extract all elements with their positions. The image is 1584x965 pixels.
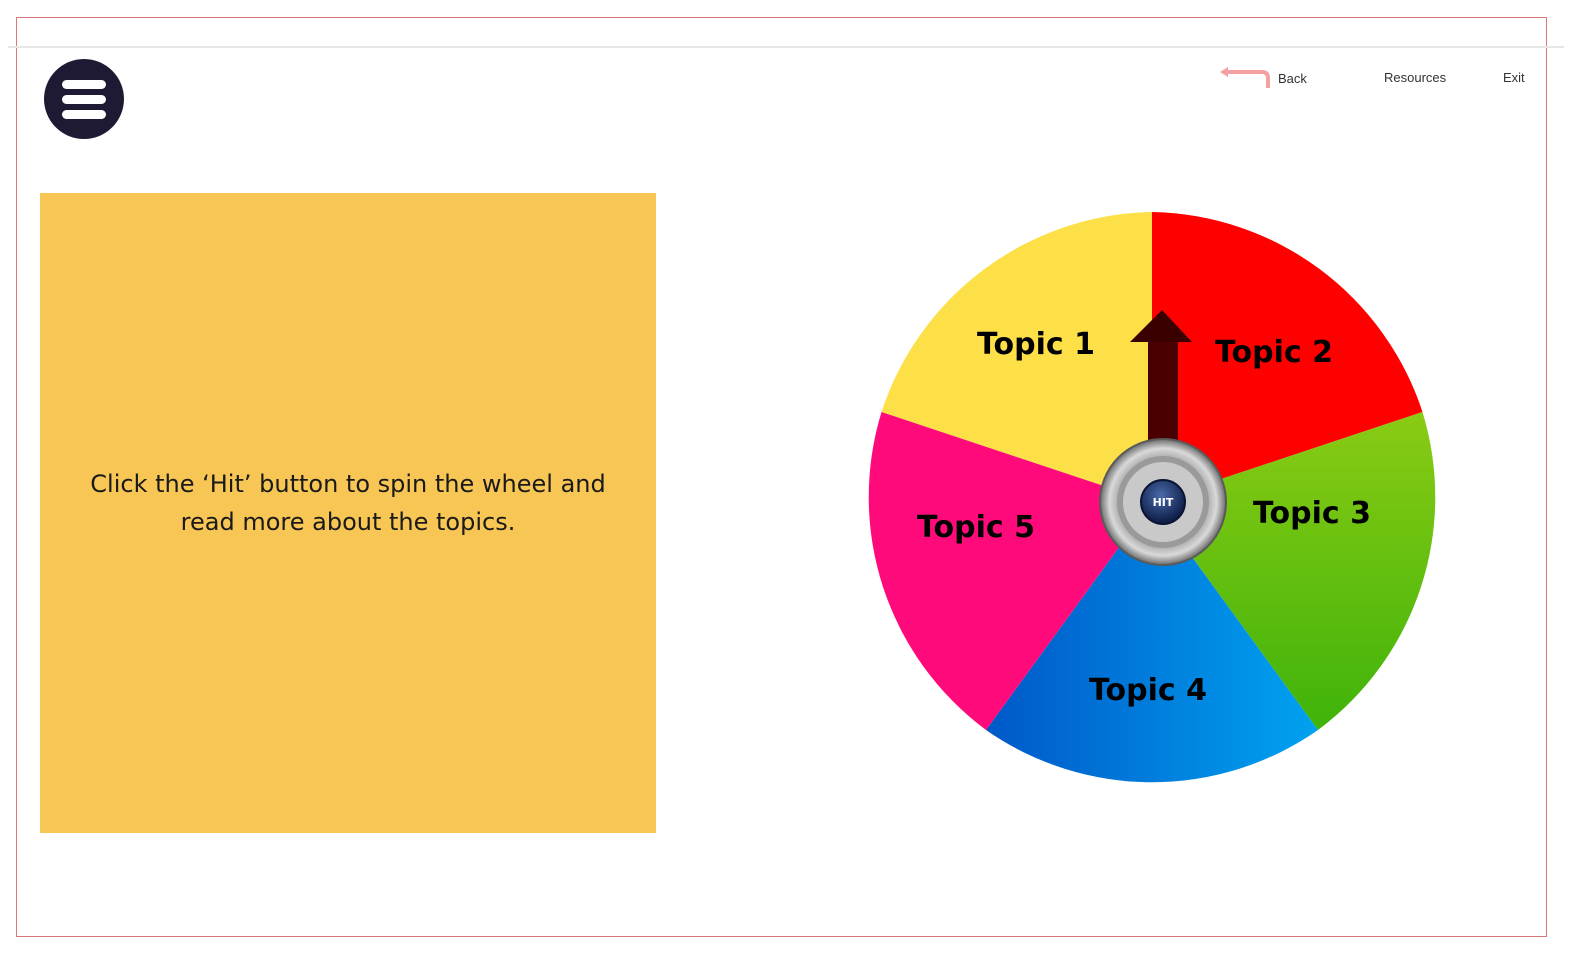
topic-1-label: Topic 1 bbox=[977, 327, 1095, 362]
topic-5-label: Topic 5 bbox=[917, 510, 1035, 545]
topic-4-label: Topic 4 bbox=[1089, 673, 1207, 708]
instruction-text: Click the ‘Hit’ button to spin the wheel… bbox=[90, 470, 606, 536]
menu-bar bbox=[62, 110, 106, 119]
resources-link[interactable]: Resources bbox=[1384, 70, 1446, 85]
topic-2-label: Topic 2 bbox=[1215, 335, 1333, 370]
hit-button[interactable]: HIT bbox=[1099, 438, 1227, 566]
exit-link[interactable]: Exit bbox=[1503, 70, 1525, 85]
back-label: Back bbox=[1278, 71, 1307, 86]
menu-bar bbox=[62, 80, 106, 89]
topic-3-label: Topic 3 bbox=[1253, 496, 1371, 531]
header-divider bbox=[8, 46, 1564, 48]
topic-wheel: Topic 1 Topic 2 Topic 3 Topic 4 Topic 5 … bbox=[868, 212, 1436, 783]
menu-bar bbox=[62, 95, 106, 104]
back-arrow-icon bbox=[1220, 67, 1270, 88]
info-panel: Click the ‘Hit’ button to spin the wheel… bbox=[40, 193, 656, 833]
hit-label: HIT bbox=[1153, 496, 1174, 509]
hamburger-menu-icon[interactable] bbox=[44, 59, 124, 139]
